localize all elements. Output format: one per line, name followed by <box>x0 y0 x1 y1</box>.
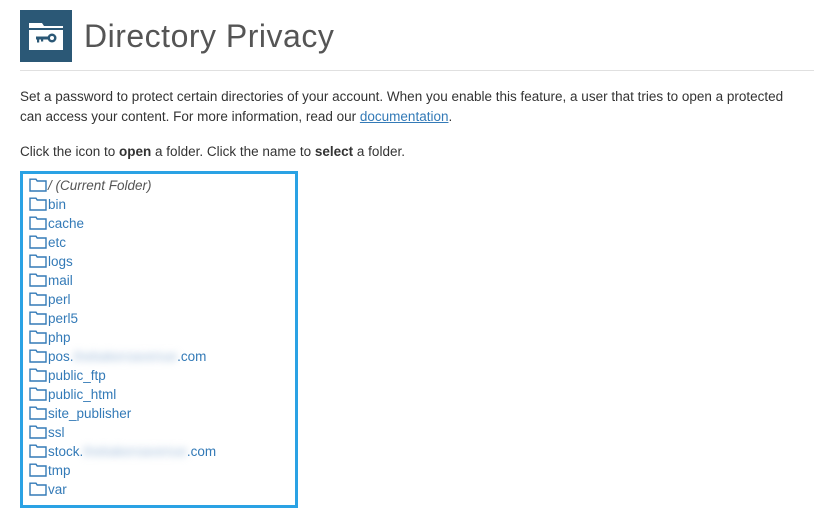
folder-name[interactable]: public_ftp <box>48 368 106 383</box>
tree-item: bin <box>29 195 289 214</box>
folder-icon[interactable] <box>29 482 47 496</box>
instruction-text: Click the icon to open a folder. Click t… <box>20 144 814 159</box>
folder-name[interactable]: site_publisher <box>48 406 131 421</box>
tree-item: stock.thebakersavenue.com <box>29 442 289 461</box>
tree-item: / (Current Folder) <box>29 176 289 195</box>
instr-p3: a folder. <box>353 144 405 159</box>
folder-name[interactable]: bin <box>48 197 66 212</box>
intro-line1: Set a password to protect certain direct… <box>20 89 783 104</box>
folder-name[interactable]: tmp <box>48 463 71 478</box>
folder-name[interactable]: perl5 <box>48 311 78 326</box>
folder-name[interactable]: etc <box>48 235 66 250</box>
folder-tree: / (Current Folder) bin cache etc logs mail per… <box>20 171 298 508</box>
folder-name: / (Current Folder) <box>48 178 152 193</box>
tree-item: php <box>29 328 289 347</box>
folder-name[interactable]: perl <box>48 292 71 307</box>
folder-icon[interactable] <box>29 178 47 192</box>
folder-icon[interactable] <box>29 406 47 420</box>
divider <box>20 70 814 71</box>
folder-icon[interactable] <box>29 349 47 363</box>
folder-name[interactable]: logs <box>48 254 73 269</box>
directory-privacy-icon <box>20 10 72 62</box>
documentation-link[interactable]: documentation <box>360 109 449 124</box>
tree-item: perl5 <box>29 309 289 328</box>
folder-icon[interactable] <box>29 273 47 287</box>
folder-name[interactable]: cache <box>48 216 84 231</box>
folder-icon[interactable] <box>29 235 47 249</box>
tree-item: etc <box>29 233 289 252</box>
instr-p1: Click the icon to <box>20 144 119 159</box>
folder-name[interactable]: stock.thebakersavenue.com <box>48 444 216 459</box>
folder-icon[interactable] <box>29 330 47 344</box>
folder-name[interactable]: pos.thebakersavenue.com <box>48 349 206 364</box>
folder-icon[interactable] <box>29 311 47 325</box>
folder-icon[interactable] <box>29 254 47 268</box>
instr-select: select <box>315 144 353 159</box>
folder-name[interactable]: mail <box>48 273 73 288</box>
instr-open: open <box>119 144 151 159</box>
page-title: Directory Privacy <box>84 18 334 55</box>
folder-icon[interactable] <box>29 216 47 230</box>
tree-item: public_ftp <box>29 366 289 385</box>
intro-period: . <box>448 109 452 124</box>
folder-icon[interactable] <box>29 463 47 477</box>
tree-item: perl <box>29 290 289 309</box>
tree-item: cache <box>29 214 289 233</box>
tree-item: site_publisher <box>29 404 289 423</box>
tree-item: public_html <box>29 385 289 404</box>
tree-item: pos.thebakersavenue.com <box>29 347 289 366</box>
tree-item: var <box>29 480 289 499</box>
folder-icon[interactable] <box>29 292 47 306</box>
intro-line2: can access your content. For more inform… <box>20 109 360 124</box>
folder-name[interactable]: var <box>48 482 67 497</box>
folder-icon[interactable] <box>29 444 47 458</box>
tree-item: mail <box>29 271 289 290</box>
intro-text: Set a password to protect certain direct… <box>20 87 814 128</box>
tree-item: tmp <box>29 461 289 480</box>
folder-icon[interactable] <box>29 387 47 401</box>
page-header: Directory Privacy <box>20 10 814 62</box>
tree-item: logs <box>29 252 289 271</box>
folder-icon[interactable] <box>29 197 47 211</box>
folder-name[interactable]: public_html <box>48 387 116 402</box>
folder-name[interactable]: php <box>48 330 71 345</box>
folder-name[interactable]: ssl <box>48 425 65 440</box>
folder-icon[interactable] <box>29 368 47 382</box>
instr-p2: a folder. Click the name to <box>151 144 315 159</box>
tree-item: ssl <box>29 423 289 442</box>
folder-icon[interactable] <box>29 425 47 439</box>
